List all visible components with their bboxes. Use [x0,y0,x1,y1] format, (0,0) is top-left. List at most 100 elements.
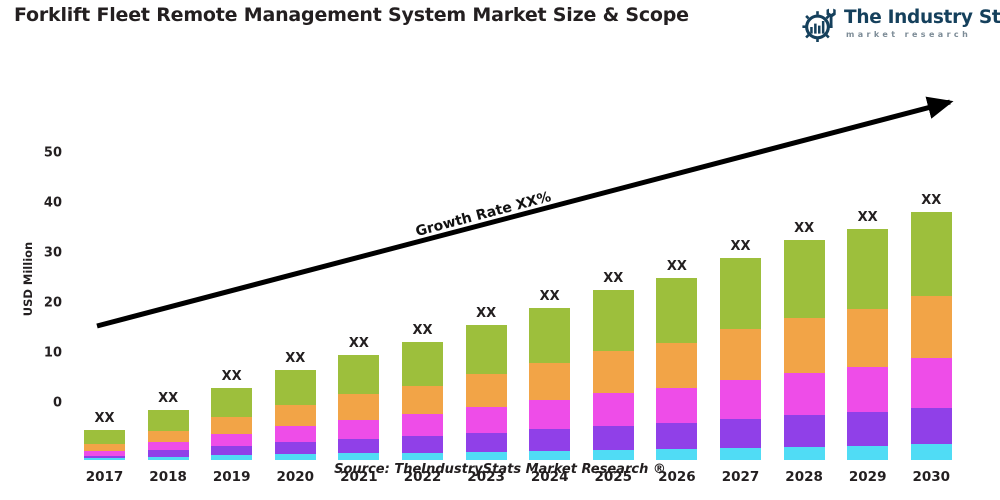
bar-segment-segment-2[interactable] [783,415,825,447]
bar-stack [656,277,698,460]
bar-segment-segment-4[interactable] [211,417,253,434]
bar-group-2022[interactable]: XX 2022 [402,57,443,485]
bar-segment-segment-2[interactable] [529,429,571,451]
bar-value-label: XX [857,210,878,225]
bar-group-2025[interactable]: XX 2025 [592,57,634,485]
bar-segment-segment-3[interactable] [338,419,380,439]
bar-segment-segment-2[interactable] [211,446,253,455]
bar-segment-segment-1[interactable] [338,453,380,460]
bar-segment-segment-5[interactable] [847,229,889,309]
bar-segment-segment-2[interactable] [910,407,952,444]
y-axis-title: USD Million [21,241,35,317]
bar-group-2020[interactable]: XX 2020 [274,57,316,485]
bar-segment-segment-2[interactable] [84,455,125,459]
bar-segment-segment-4[interactable] [338,394,380,420]
bar-segment-segment-5[interactable] [274,370,316,405]
bar-segment-segment-2[interactable] [402,436,443,453]
bar-value-label: XX [794,221,815,236]
bar-segment-segment-4[interactable] [720,329,761,380]
bar-segment-segment-3[interactable] [211,434,253,446]
bar-segment-segment-5[interactable] [592,290,634,351]
bar-segment-segment-4[interactable] [783,318,825,373]
bar-group-2019[interactable]: XX 2019 [211,57,253,485]
bar-segment-segment-1[interactable] [656,448,698,460]
bar-segment-segment-5[interactable] [720,258,761,329]
bar-segment-segment-4[interactable] [465,374,507,407]
bar-segment-segment-1[interactable] [720,447,761,460]
bar-segment-segment-5[interactable] [465,325,507,374]
y-axis-tick-50: 50 [43,145,62,161]
bar-stack [529,308,571,460]
bar-segment-segment-2[interactable] [656,422,698,449]
bar-group-2021[interactable]: XX 2021 [338,57,380,485]
bar-value-label: XX [158,391,179,406]
bar-segment-segment-2[interactable] [720,418,761,448]
bar-segment-segment-3[interactable] [402,414,443,436]
bar-segment-segment-3[interactable] [720,379,761,419]
bar-segment-segment-5[interactable] [338,355,380,394]
bar-segment-segment-1[interactable] [274,454,316,460]
bar-segment-segment-2[interactable] [465,432,507,452]
bar-value-label: XX [603,271,624,286]
bar-group-2030[interactable]: XX 2030 [910,57,952,485]
bar-group-2018[interactable]: XX 2018 [147,57,189,485]
bar-segment-segment-2[interactable] [592,425,634,450]
bar-group-2023[interactable]: XX 2023 [465,57,507,485]
bar-group-2017[interactable]: XX 2017 [84,57,125,485]
bar-group-2028[interactable]: XX 2028 [783,57,825,485]
plot-area: USD Million 0 10 20 30 40 50 XX 2017 XX 2018 XX 20… [0,0,1000,485]
bar-segment-segment-3[interactable] [147,442,189,450]
bar-segment-segment-1[interactable] [402,452,443,460]
bar-segment-segment-4[interactable] [402,385,443,414]
bar-segment-segment-3[interactable] [84,451,125,456]
bar-segment-segment-1[interactable] [592,449,634,460]
bar-segment-segment-1[interactable] [84,458,125,460]
bar-segment-segment-1[interactable] [211,455,253,460]
bar-segment-segment-4[interactable] [656,342,698,388]
bar-value-label: XX [94,411,115,426]
bar-segment-segment-3[interactable] [465,407,507,433]
bar-segment-segment-4[interactable] [847,308,889,367]
bar-segment-segment-1[interactable] [910,444,952,460]
bar-segment-segment-5[interactable] [402,342,443,386]
bar-segment-segment-3[interactable] [783,372,825,415]
bar-segment-segment-4[interactable] [274,404,316,426]
bar-stack [465,325,507,460]
bar-segment-segment-3[interactable] [274,426,316,442]
bar-segment-segment-1[interactable] [783,446,825,460]
bar-segment-segment-3[interactable] [656,387,698,423]
bar-segment-segment-2[interactable] [274,442,316,454]
bar-segment-segment-4[interactable] [529,363,571,400]
bar-segment-segment-5[interactable] [84,430,125,444]
bar-segment-segment-4[interactable] [592,351,634,393]
bar-segment-segment-4[interactable] [910,295,952,358]
bar-group-2026[interactable]: XX 2026 [656,57,698,485]
bar-segment-segment-2[interactable] [847,412,889,446]
y-axis-tick-10: 10 [43,345,62,361]
bar-segment-segment-3[interactable] [910,358,952,408]
bar-segment-segment-1[interactable] [847,445,889,460]
bar-value-label: XX [221,368,242,384]
bar-segment-segment-3[interactable] [529,400,571,429]
bar-segment-segment-5[interactable] [783,240,825,318]
bar-value-label: XX [921,192,942,208]
bar-segment-segment-1[interactable] [147,456,189,460]
bar-segment-segment-5[interactable] [147,410,189,431]
bar-segment-segment-5[interactable] [656,277,698,343]
bar-group-2027[interactable]: XX 2027 [720,57,761,485]
bar-segment-segment-5[interactable] [910,211,952,296]
bar-segment-segment-4[interactable] [147,431,189,442]
bar-segment-segment-2[interactable] [338,438,380,453]
bar-segment-segment-3[interactable] [592,393,634,426]
bar-segment-segment-1[interactable] [529,450,571,460]
bar-segment-segment-3[interactable] [847,366,889,412]
bar-segment-segment-1[interactable] [465,451,507,460]
bar-group-2029[interactable]: XX 2029 [847,57,889,485]
bar-value-label: XX [285,351,306,366]
bar-group-2024[interactable]: XX 2024 [529,57,571,485]
bar-segment-segment-2[interactable] [147,450,189,457]
bar-segment-segment-5[interactable] [529,308,571,363]
bar-segment-segment-5[interactable] [211,387,253,417]
bar-stack [910,211,952,460]
bar-segment-segment-4[interactable] [84,444,125,452]
